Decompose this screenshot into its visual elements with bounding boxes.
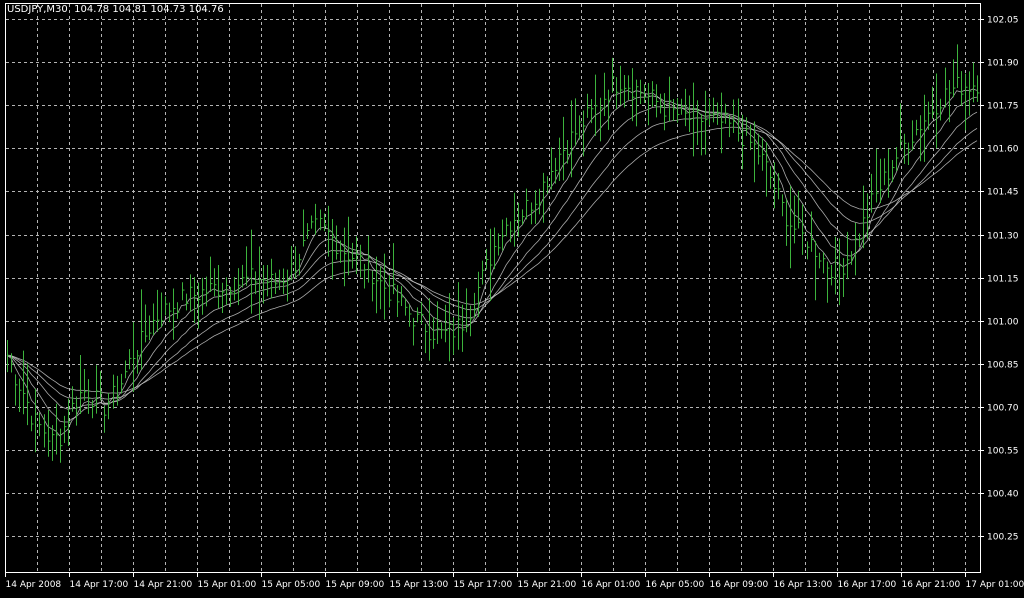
time-tick-label: 15 Apr 01:00 (198, 580, 257, 590)
chart-svg: 102.05 101.90 101.75 101.60 101.45 101.30 101.… (0, 0, 1024, 594)
time-tick-label: 16 Apr 09:00 (710, 580, 769, 590)
time-tick-label: 15 Apr 09:00 (326, 580, 385, 590)
high-price: 104.81 (112, 4, 147, 15)
time-tick-label: 16 Apr 05:00 (646, 580, 705, 590)
price-tick-label: 102.05 (987, 16, 1019, 26)
price-tick-label: 100.25 (987, 533, 1019, 543)
price-tick-label: 100.55 (987, 447, 1019, 457)
time-tick-label: 16 Apr 17:00 (838, 580, 897, 590)
price-tick-label: 101.60 (987, 145, 1019, 155)
close-price: 104.76 (189, 4, 224, 15)
price-tick-label: 100.40 (987, 490, 1019, 500)
time-tick-label: 17 Apr 01:00 (966, 580, 1024, 590)
symbol-timeframe: USDJPY,M30 (7, 4, 68, 15)
time-tick-label: 16 Apr 21:00 (902, 580, 961, 590)
price-tick-label: 100.70 (987, 404, 1019, 414)
price-tick-label: 101.75 (987, 102, 1019, 112)
time-tick-label: 15 Apr 21:00 (518, 580, 577, 590)
open-price: 104.78 (74, 4, 109, 15)
price-tick-label: 101.00 (987, 318, 1019, 328)
price-tick-label: 101.45 (987, 188, 1019, 198)
chart-background (0, 0, 1024, 594)
time-tick-label: 14 Apr 17:00 (70, 580, 129, 590)
price-tick-label: 100.85 (987, 361, 1019, 371)
time-tick-label: 15 Apr 05:00 (262, 580, 321, 590)
price-tick-label: 101.90 (987, 59, 1019, 69)
time-tick-label: 16 Apr 01:00 (582, 580, 641, 590)
low-price: 104.73 (151, 4, 186, 15)
time-tick-label: 15 Apr 13:00 (390, 580, 449, 590)
chart-area: 102.05 101.90 101.75 101.60 101.45 101.30 101.… (0, 0, 1024, 594)
price-tick-label: 101.30 (987, 232, 1019, 242)
time-tick-label: 16 Apr 13:00 (774, 580, 833, 590)
time-tick-label: 15 Apr 17:00 (454, 580, 513, 590)
time-tick-label: 14 Apr 2008 (6, 580, 62, 590)
price-tick-label: 101.15 (987, 275, 1019, 285)
symbol-info: USDJPY,M30 104.78 104.81 104.73 104.76 (7, 4, 224, 15)
time-tick-label: 14 Apr 21:00 (134, 580, 193, 590)
